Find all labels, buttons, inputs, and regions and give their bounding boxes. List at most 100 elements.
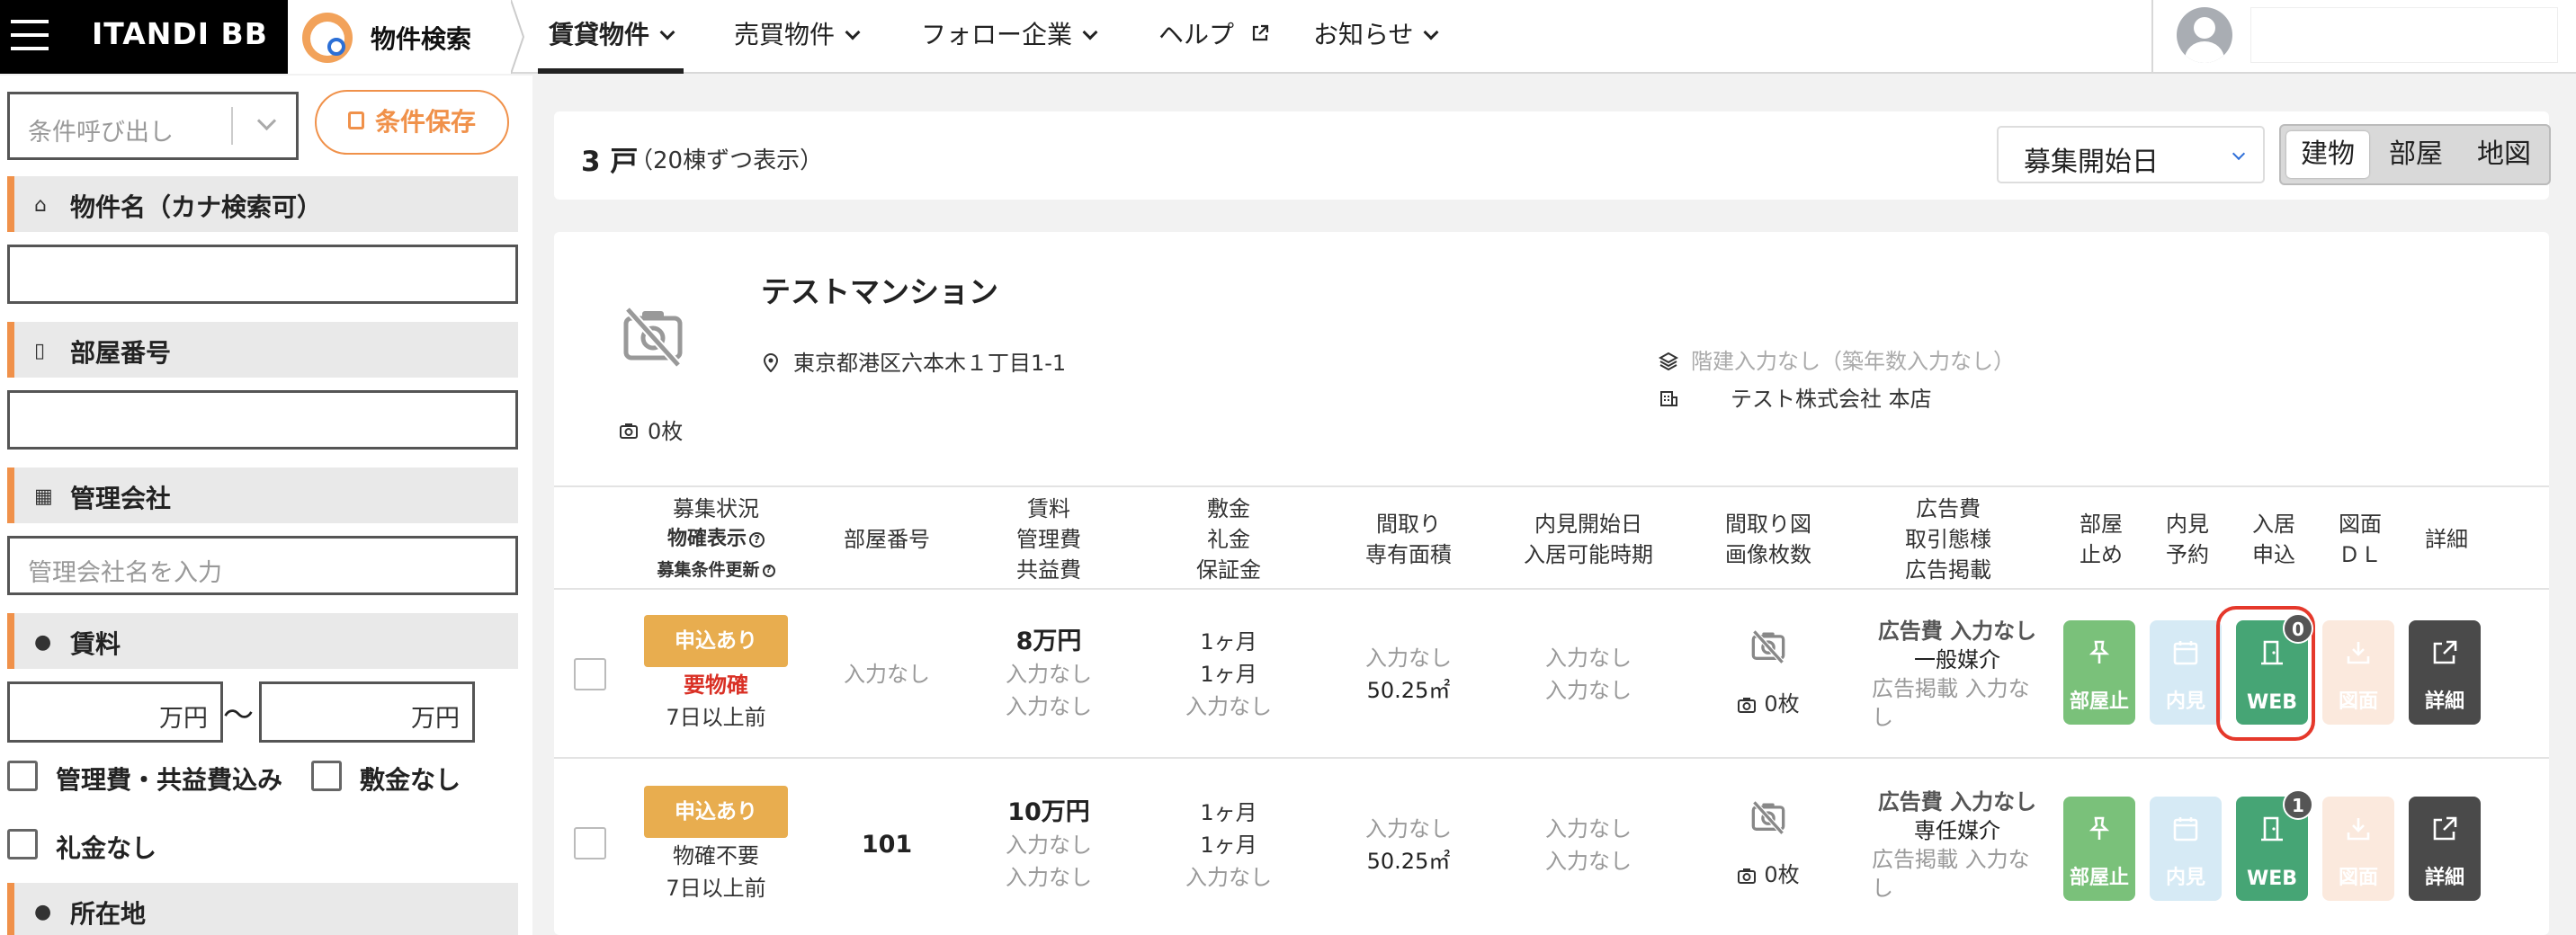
rent-min-input[interactable]: 万円 (7, 681, 223, 743)
cell-deposit: 1ヶ月 1ヶ月 入力なし (1148, 590, 1310, 759)
mgmt-fee: 入力なし (1006, 833, 1092, 858)
nav-sale-label: 売買物件 (734, 20, 836, 49)
viewing-reserve-button[interactable]: 内見 (2150, 797, 2222, 901)
cell-status: 申込あり 要物確 7日以上前 (617, 590, 815, 759)
button-label: 詳細 (2424, 867, 2464, 889)
cell-viewing: 入力なし 入力なし (1507, 590, 1669, 759)
nav-follow[interactable]: フォロー企業 (921, 0, 1098, 74)
section-label: 物件名（カナ検索可） (70, 192, 323, 222)
layout: 入力なし (1365, 646, 1452, 671)
management-company-input[interactable]: 管理会社名を入力 (7, 536, 518, 595)
cell-viewing: 入力なし 入力なし (1507, 761, 1669, 930)
th-stop: 部屋 止め (2058, 487, 2144, 592)
mgmt-fee: 入力なし (1006, 662, 1092, 687)
section-label: 管理会社 (70, 484, 172, 513)
ad-post: 広告掲載 入力なし (1872, 676, 2030, 730)
result-count-sub: （20棟ずつ表示） (630, 147, 824, 174)
table-row: 申込あり 物確不要 7日以上前 101 10万円 入力なし 入力なし 1ヶ月 1ヶ月入… (554, 761, 2549, 930)
section-label: 賃料 (70, 629, 121, 659)
button-label: 内見 (2165, 690, 2205, 713)
building-icon (1660, 391, 1677, 406)
view-start: 入力なし (1545, 646, 1632, 671)
detail-button[interactable]: 詳細 (2409, 797, 2481, 901)
deposit: 1ヶ月 (1200, 629, 1257, 654)
chevron-down-icon (256, 111, 277, 131)
th-reserve: 内見 予約 (2144, 487, 2231, 592)
th-room: 部屋番号 (815, 487, 959, 592)
management-placeholder: 管理会社名を入力 (28, 559, 222, 587)
rooms-table-header: 募集状況 物確表示? 募集条件更新? 部屋番号 賃料 管理費 共益費 敷金 礼金 保証金… (554, 485, 2549, 590)
nav-help[interactable]: ヘルプ (1158, 0, 1269, 74)
rent-max-input[interactable]: 万円 (259, 681, 475, 743)
save-icon (347, 111, 364, 129)
help-icon[interactable]: ? (762, 564, 775, 577)
drawing-download-button[interactable]: 図面 (2322, 797, 2394, 901)
th-text: 部屋 (2080, 512, 2123, 537)
button-label: 部屋止 (2069, 690, 2129, 713)
th-text: 広告掲載 (1905, 557, 1991, 583)
recall-conditions-select[interactable]: 条件呼び出し (7, 92, 299, 160)
room-number-input[interactable] (7, 390, 518, 450)
hamburger-icon[interactable] (11, 20, 49, 52)
no-key-money-checkbox[interactable] (7, 829, 38, 859)
view-room-button[interactable]: 部屋 (2373, 131, 2459, 178)
chevron-down-icon (845, 24, 861, 40)
download-icon (2347, 818, 2370, 841)
calendar-icon (2173, 817, 2198, 842)
app-switcher[interactable]: 物件検索 (288, 0, 523, 74)
detail-button[interactable]: 詳細 (2409, 620, 2481, 725)
deal-type: 専任媒介 (1914, 818, 2000, 843)
results-toolbar: 3 戸 （20棟ずつ表示） 募集開始日 建物 部屋 地図 (554, 111, 2551, 200)
room-stop-button[interactable]: 部屋止 (2063, 797, 2135, 901)
no-photo-icon (1751, 800, 1785, 835)
cell-room: 入力なし (815, 590, 959, 759)
th-text: 予約 (2166, 542, 2209, 567)
camera-icon (1738, 698, 1757, 713)
address-text: 東京都港区六本木１丁目1-1 (793, 351, 1067, 376)
th-text: 募集条件更新 (657, 560, 760, 580)
th-text: 止め (2080, 542, 2123, 567)
view-building-button[interactable]: 建物 (2286, 131, 2369, 178)
building-name[interactable]: テストマンション (761, 268, 998, 311)
nav-news[interactable]: お知らせ (1313, 0, 1439, 74)
section-label: 所在地 (70, 899, 147, 929)
view-map-button[interactable]: 地図 (2461, 131, 2547, 178)
external-link-icon (1252, 24, 1269, 41)
section-label: 部屋番号 (70, 338, 172, 368)
web-apply-button[interactable]: WEB 0 (2236, 613, 2313, 725)
no-photo-icon (1751, 629, 1785, 664)
ad-fee: 広告費 入力なし (1877, 789, 2037, 815)
ad-post: 広告掲載 入力なし (1872, 847, 2030, 901)
pin-icon (2089, 640, 2110, 663)
room-stop-button[interactable]: 部屋止 (2063, 620, 2135, 725)
th-detail: 詳細 (2403, 487, 2490, 592)
no-deposit-checkbox[interactable] (311, 761, 342, 791)
external-link-icon (2433, 640, 2457, 664)
fee-included-checkbox[interactable] (7, 761, 38, 791)
row-checkbox[interactable] (574, 827, 606, 859)
help-icon[interactable]: ? (749, 531, 765, 548)
user-name-box[interactable] (2250, 7, 2558, 63)
search-sidebar: 条件呼び出し 条件保存 ⌂ 物件名（カナ検索可） ▯ 部屋番号 ▦ 管理会社 管… (0, 76, 532, 935)
company-text: テスト株式会社 本店 (1731, 387, 1932, 412)
table-row: 申込あり 要物確 7日以上前 入力なし 8万円 入力なし 入力なし 1ヶ月 1ヶ月 入力… (554, 590, 2549, 759)
save-conditions-button[interactable]: 条件保存 (315, 90, 509, 155)
nav-help-label: ヘルプ (1158, 20, 1235, 49)
door-icon (2261, 640, 2283, 665)
property-name-input[interactable] (7, 245, 518, 304)
chevron-down-icon (659, 24, 675, 40)
cell-ad: 広告費 入力なし 専任媒介広告掲載 入力なし (1858, 761, 2056, 930)
nav-rental[interactable]: 賃貸物件 (537, 0, 684, 74)
drawing-download-button[interactable]: 図面 (2322, 620, 2394, 725)
door-icon (2261, 816, 2283, 842)
web-apply-button[interactable]: WEB 1 (2236, 789, 2313, 901)
location-pin-icon: ● (34, 901, 52, 923)
row-checkbox[interactable] (574, 658, 606, 690)
nav-sale[interactable]: 売買物件 (734, 0, 861, 74)
viewing-reserve-button[interactable]: 内見 (2150, 620, 2222, 725)
avatar[interactable] (2177, 7, 2232, 63)
th-text: 内見開始日 (1534, 512, 1642, 537)
recall-placeholder: 条件呼び出し (28, 119, 174, 147)
th-text: 管理費 (1016, 527, 1081, 552)
sort-select[interactable]: 募集開始日 (1997, 126, 2265, 183)
